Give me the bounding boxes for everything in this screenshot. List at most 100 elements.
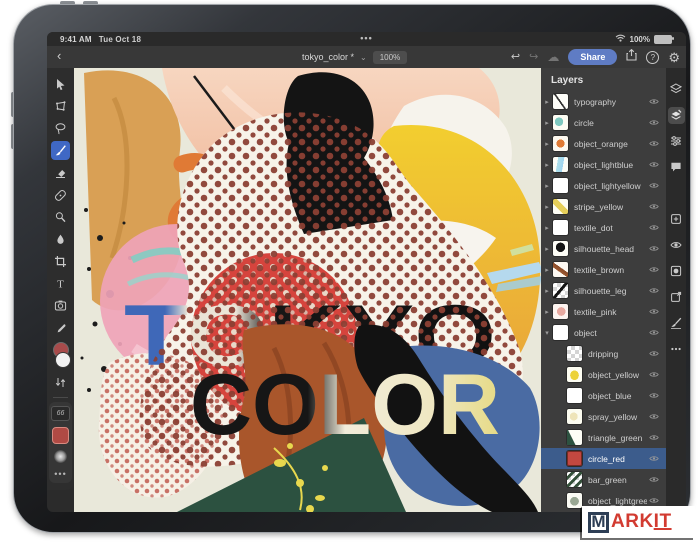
layer-row-object_orange[interactable]: ▸object_orange (541, 133, 666, 154)
tool-heal[interactable] (51, 186, 70, 205)
visibility-eye-icon[interactable] (647, 266, 661, 273)
visibility-eye-icon[interactable] (647, 476, 661, 483)
tool-type[interactable]: T (51, 274, 70, 293)
layer-row-silhouette_leg[interactable]: ▸silhouette_leg (541, 280, 666, 301)
layer-row-circle[interactable]: ▸circle (541, 112, 666, 133)
layer-row-circle_red[interactable]: circle_red (541, 448, 666, 469)
visibility-eye-icon[interactable] (647, 224, 661, 231)
layers-detail-icon[interactable] (668, 107, 685, 124)
tool-move[interactable] (51, 75, 70, 94)
disclosure-icon[interactable]: ▸ (541, 161, 553, 169)
vector-brush-icon[interactable] (668, 314, 685, 331)
visibility-eye-icon[interactable] (647, 161, 661, 168)
disclosure-icon[interactable]: ▾ (541, 329, 553, 337)
tool-place-image[interactable] (51, 296, 70, 315)
add-layer-icon[interactable] (668, 210, 685, 227)
background-color-swatch[interactable] (55, 352, 71, 368)
layer-row-silhouette_head[interactable]: ▸silhouette_head (541, 238, 666, 259)
more-icon[interactable] (668, 340, 685, 357)
brush-size-chip[interactable]: 66 (51, 406, 70, 421)
zoom-level-chip[interactable]: 100% (373, 51, 407, 64)
visibility-eye-icon[interactable] (647, 245, 661, 252)
visibility-eye-icon[interactable] (647, 329, 661, 336)
swap-colors-button[interactable] (51, 373, 70, 392)
disclosure-icon[interactable]: ▸ (541, 203, 553, 211)
gear-icon[interactable]: ⚙ (668, 51, 680, 64)
active-color-swatch[interactable] (52, 427, 69, 444)
layer-transform-icon[interactable] (668, 288, 685, 305)
visibility-eye-icon[interactable] (647, 392, 661, 399)
brush-softness-preview[interactable] (54, 450, 67, 463)
tool-brush[interactable] (51, 141, 70, 160)
disclosure-icon[interactable]: ▸ (541, 245, 553, 253)
chevron-down-icon[interactable]: ⌄ (360, 53, 367, 62)
adjustments-icon[interactable] (668, 133, 685, 150)
layer-row-stripe_yellow[interactable]: ▸stripe_yellow (541, 196, 666, 217)
back-button[interactable]: ‹ (57, 48, 61, 63)
layer-thumbnail (553, 283, 568, 298)
visibility-eye-icon[interactable] (647, 140, 661, 147)
visibility-eye-icon[interactable] (647, 98, 661, 105)
layer-visibility-icon[interactable] (668, 236, 685, 253)
undo-icon[interactable]: ↩ (511, 52, 520, 63)
multitask-dots[interactable]: ••• (47, 33, 686, 43)
canvas-artwork[interactable]: TOKYO (74, 68, 541, 512)
visibility-eye-icon[interactable] (647, 413, 661, 420)
disclosure-icon[interactable]: ▸ (541, 119, 553, 127)
visibility-eye-icon[interactable] (647, 119, 661, 126)
export-icon[interactable] (626, 48, 637, 66)
disclosure-icon[interactable]: ▸ (541, 140, 553, 148)
visibility-eye-icon[interactable] (647, 203, 661, 210)
comment-icon[interactable] (668, 159, 685, 176)
help-button[interactable]: ? (646, 51, 659, 64)
visibility-eye-icon[interactable] (647, 287, 661, 294)
tool-eraser[interactable] (51, 163, 70, 182)
layers-stack-icon[interactable] (668, 81, 685, 98)
layer-row-dripping[interactable]: dripping (541, 343, 666, 364)
visibility-eye-icon[interactable] (647, 350, 661, 357)
visibility-eye-icon[interactable] (647, 371, 661, 378)
layer-mask-icon[interactable] (668, 262, 685, 279)
disclosure-icon[interactable]: ▸ (541, 266, 553, 274)
color-well[interactable] (52, 342, 70, 368)
visibility-eye-icon[interactable] (647, 182, 661, 189)
layer-row-bar_green[interactable]: bar_green (541, 469, 666, 490)
tool-crop[interactable] (51, 252, 70, 271)
tool-lasso[interactable] (51, 119, 70, 138)
visibility-eye-icon[interactable] (647, 455, 661, 462)
document-title[interactable]: tokyo_color * (302, 52, 354, 62)
layer-row-textile_brown[interactable]: ▸textile_brown (541, 259, 666, 280)
tool-transform[interactable] (51, 97, 70, 116)
tool-bar: T 66 ••• (47, 68, 74, 490)
share-button[interactable]: Share (568, 49, 617, 65)
ipad-frame: 9:41 AMTue Oct 18 ••• 100% ‹ tokyo_color… (13, 4, 691, 533)
layer-row-textile_dot[interactable]: ▸textile_dot (541, 217, 666, 238)
layer-row-object_lightblue[interactable]: ▸object_lightblue (541, 154, 666, 175)
disclosure-icon[interactable]: ▸ (541, 182, 553, 190)
layer-thumbnail (553, 241, 568, 256)
layer-row-triangle_green[interactable]: triangle_green (541, 427, 666, 448)
layer-row-object_blue[interactable]: object_blue (541, 385, 666, 406)
tool-eyedropper[interactable] (51, 319, 70, 338)
layer-row-spray_yellow[interactable]: spray_yellow (541, 406, 666, 427)
tool-paint[interactable] (51, 230, 70, 249)
layer-label: object (574, 328, 647, 338)
layer-row-textile_pink[interactable]: ▸textile_pink (541, 301, 666, 322)
tool-clone[interactable] (51, 208, 70, 227)
layer-row-object_lightyellow[interactable]: ▸object_lightyellow (541, 175, 666, 196)
layer-label: bar_green (588, 475, 647, 485)
layer-row-typography[interactable]: ▸typography (541, 91, 666, 112)
layer-row-object[interactable]: ▾ object (541, 322, 666, 343)
redo-icon[interactable]: ↪ (529, 52, 538, 63)
cloud-sync-icon[interactable]: ☁ (547, 51, 559, 63)
visibility-eye-icon[interactable] (647, 497, 661, 504)
layer-row-object_yellow[interactable]: object_yellow (541, 364, 666, 385)
eyedropper-icon (54, 322, 67, 335)
visibility-eye-icon[interactable] (647, 434, 661, 441)
disclosure-icon[interactable]: ▸ (541, 98, 553, 106)
visibility-eye-icon[interactable] (647, 308, 661, 315)
disclosure-icon[interactable]: ▸ (541, 287, 553, 295)
disclosure-icon[interactable]: ▸ (541, 308, 553, 316)
toolbar-more-icon[interactable]: ••• (54, 469, 66, 479)
disclosure-icon[interactable]: ▸ (541, 224, 553, 232)
